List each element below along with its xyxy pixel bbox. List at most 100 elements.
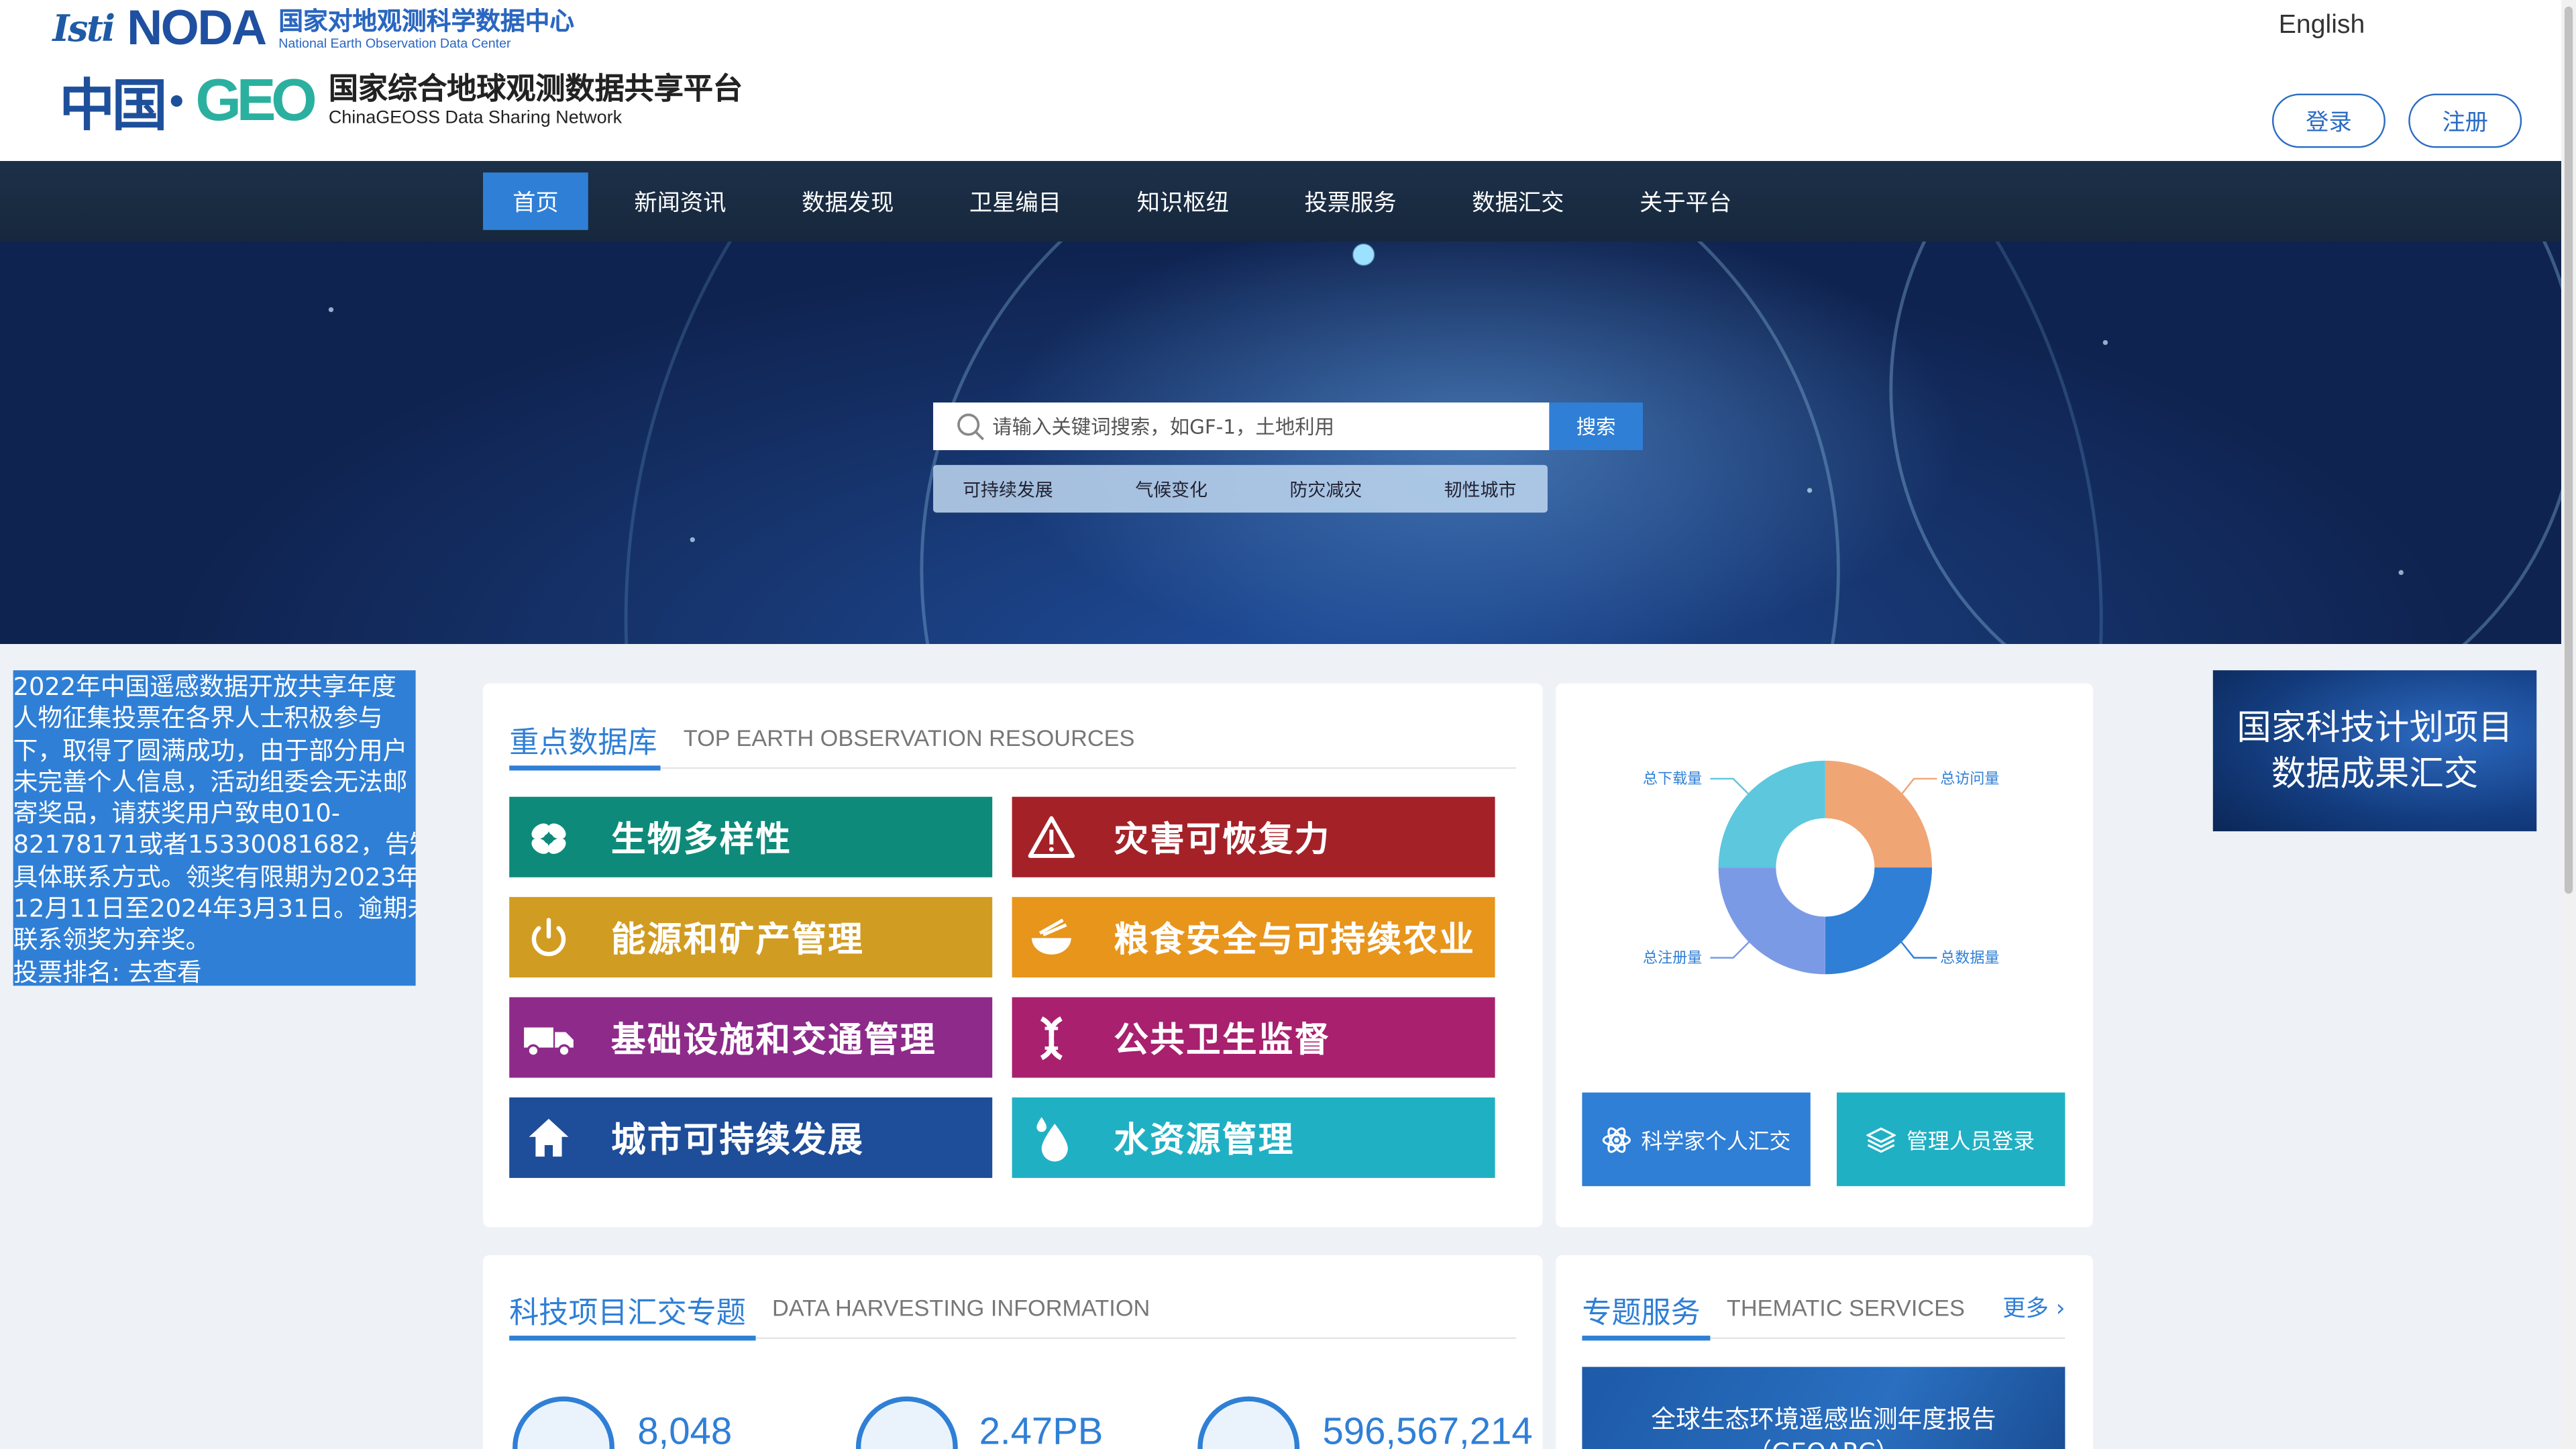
nav-item-data-discovery[interactable]: 数据发现 (786, 172, 910, 230)
tag-climate-change[interactable]: 气候变化 (1135, 476, 1208, 502)
stat-data-volume: 2.47PB (979, 1409, 1104, 1449)
platform-name: 国家综合地球观测数据共享平台 ChinaGEOSS Data Sharing N… (329, 72, 743, 128)
tag-sustainable-development[interactable]: 可持续发展 (963, 476, 1053, 502)
thematic-card-subtitle: （GEOARC） (1747, 1438, 1900, 1449)
notice-popup[interactable]: 2022年中国遥感数据开放共享年度 人物征集投票在各界人士积极参与 下，取得了圆… (13, 670, 416, 986)
power-icon (523, 911, 575, 963)
key-db-title: 重点数据库 (509, 726, 657, 761)
more-link[interactable]: 更多 › (2002, 1291, 2065, 1324)
title-underline (1582, 1336, 1711, 1341)
decor-ring (1889, 241, 2576, 645)
dna-icon (1025, 1011, 1077, 1063)
tile-label: 公共卫生监督 (1114, 1019, 1331, 1059)
notice-line: 寄奖品，请获奖用户致电010- (13, 798, 341, 828)
tile-food-security[interactable]: 粮食安全与可持续农业 (1012, 897, 1495, 978)
thematic-title: 专题服务 (1582, 1296, 1701, 1331)
stat-project-count: 8,048 (637, 1409, 733, 1449)
scientist-submission-label: 科学家个人汇交 (1641, 1130, 1791, 1155)
tag-disaster-reduction[interactable]: 防灾减灾 (1289, 476, 1362, 502)
tile-biodiversity[interactable]: 生物多样性 (509, 796, 993, 877)
notice-line: 82178171或者15330081682，告知 (13, 830, 416, 861)
notice-line: 12月11日至2024年3月31日。逾期未 (13, 894, 416, 924)
admin-login-button[interactable]: 管理人员登录 (1836, 1092, 2065, 1187)
noda-name-en: National Earth Observation Data Center (278, 36, 511, 51)
thematic-subtitle: THEMATIC SERVICES (1726, 1294, 1965, 1321)
tile-infrastructure-transport[interactable]: 基础设施和交通管理 (509, 997, 993, 1078)
thematic-card-geoarc[interactable]: 全球生态环境遥感监测年度报告 （GEOARC） (1582, 1366, 2065, 1449)
nav-item-about[interactable]: 关于平台 (1623, 172, 1748, 230)
title-underline (509, 1336, 756, 1341)
layers-icon (1867, 1126, 1897, 1152)
tile-water-resources[interactable]: 水资源管理 (1012, 1097, 1495, 1178)
notice-line: 下，取得了圆满成功，由于部分用户 (13, 735, 408, 765)
donut-label-registrations: 总注册量 (1643, 951, 1703, 968)
nav-item-satellite-catalog[interactable]: 卫星编目 (953, 172, 1077, 230)
tile-label: 能源和矿产管理 (611, 919, 865, 959)
donut-leader-lines (1710, 777, 1937, 959)
admin-login-label: 管理人员登录 (1907, 1130, 2035, 1155)
nav-item-knowledge-hub[interactable]: 知识枢纽 (1120, 172, 1245, 230)
decor-star (1807, 488, 1813, 493)
project-harvest-promo[interactable]: 国家科技计划项目 数据成果汇交 (2212, 670, 2537, 832)
tile-label: 灾害可恢复力 (1114, 818, 1331, 859)
notice-line: 具体联系方式。领奖有限期为2023年 (13, 862, 416, 892)
scrollbar-thumb[interactable] (2564, 6, 2573, 894)
decor-star (2102, 339, 2108, 345)
key-database-panel: 重点数据库 TOP EARTH OBSERVATION RESOURCES 生物… (483, 683, 1543, 1228)
tile-label: 城市可持续发展 (611, 1119, 865, 1159)
food-bowl-icon (1025, 911, 1077, 963)
tile-public-health[interactable]: 公共卫生监督 (1012, 997, 1495, 1078)
notice-line: 联系领奖为弃奖。 (13, 925, 211, 955)
main-nav: 首页 新闻资讯 数据发现 卫星编目 知识枢纽 投票服务 数据汇交 关于平台 (0, 161, 2576, 242)
noda-text: 国家对地观测科学数据中心 National Earth Observation … (278, 7, 574, 53)
chinageo-logo-row[interactable]: 中国 GEO 国家综合地球观测数据共享平台 ChinaGEOSS Data Sh… (59, 62, 743, 139)
china-logo: 中国 (59, 72, 168, 139)
promo-line-2: 数据成果汇交 (2271, 754, 2479, 794)
tile-label: 粮食安全与可持续农业 (1114, 919, 1476, 959)
nav-item-home[interactable]: 首页 (483, 172, 588, 230)
harvest-title: 科技项目汇交专题 (509, 1296, 746, 1331)
hero-banner: 搜索 可持续发展 气候变化 防灾减灾 韧性城市 (0, 241, 2576, 645)
home-icon (523, 1112, 575, 1164)
noda-name-cn: 国家对地观测科学数据中心 (278, 6, 575, 36)
search-button[interactable]: 搜索 (1549, 402, 1643, 451)
key-db-subtitle: TOP EARTH OBSERVATION RESOURCES (683, 724, 1135, 751)
scientist-submission-button[interactable]: 科学家个人汇交 (1582, 1092, 1811, 1187)
site-header: Isti NODA 国家对地观测科学数据中心 National Earth Ob… (0, 0, 2576, 162)
notice-line: 未完善个人信息，活动组委会无法邮 (13, 767, 408, 797)
search-box (933, 402, 1550, 451)
decor-star (328, 307, 334, 313)
noda-logo-row[interactable]: Isti NODA 国家对地观测科学数据中心 National Earth Ob… (52, 3, 574, 56)
hot-tags: 可持续发展 气候变化 防灾减灾 韧性城市 (933, 465, 1548, 513)
donut-label-downloads: 总下载量 (1643, 772, 1703, 789)
notice-line: 2022年中国遥感数据开放共享年度 (13, 672, 396, 702)
donut-label-data: 总数据量 (1940, 951, 2000, 968)
login-button[interactable]: 登录 (2271, 93, 2385, 148)
vote-ranking-link[interactable]: 投票排名: 去查看 (13, 957, 413, 985)
thematic-card-title: 全球生态环境遥感监测年度报告 (1651, 1404, 1996, 1434)
biodiversity-icon (523, 811, 575, 863)
tile-urban-sustainability[interactable]: 城市可持续发展 (509, 1097, 993, 1178)
tile-energy-minerals[interactable]: 能源和矿产管理 (509, 897, 993, 978)
tag-resilient-city[interactable]: 韧性城市 (1444, 476, 1517, 502)
geo-logo: GEO (195, 65, 317, 133)
chevron-right-icon: › (2055, 1296, 2065, 1323)
noda-logo: NODA (127, 1, 267, 56)
nav-item-voting[interactable]: 投票服务 (1288, 172, 1413, 230)
register-button[interactable]: 注册 (2408, 93, 2522, 148)
tile-disaster-resilience[interactable]: 灾害可恢复力 (1012, 796, 1495, 877)
harvest-subtitle: DATA HARVESTING INFORMATION (772, 1294, 1150, 1321)
more-label: 更多 (2002, 1296, 2049, 1323)
platform-name-cn: 国家综合地球观测数据共享平台 (328, 72, 743, 107)
atom-icon (1602, 1126, 1631, 1152)
nav-item-data-submission[interactable]: 数据汇交 (1456, 172, 1580, 230)
language-switch[interactable]: English (2279, 11, 2365, 41)
nav-item-news[interactable]: 新闻资讯 (618, 172, 743, 230)
water-drop-icon (1025, 1112, 1077, 1164)
decor-star (690, 537, 695, 543)
tile-label: 水资源管理 (1114, 1119, 1295, 1159)
dot-icon (170, 94, 182, 106)
tile-label: 基础设施和交通管理 (611, 1019, 936, 1059)
title-underline (509, 765, 661, 771)
search-input[interactable] (992, 405, 1518, 448)
